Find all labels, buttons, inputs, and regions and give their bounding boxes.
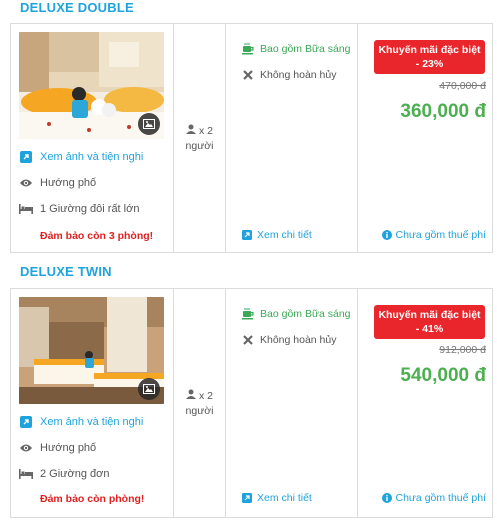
guests-count: x 2	[198, 390, 213, 402]
room-bed-label: 1 Giường đôi rất lớn	[40, 203, 140, 215]
refund-policy: Không hoàn hủy	[242, 334, 336, 346]
refund-label: Không hoàn hủy	[260, 334, 337, 346]
external-link-icon	[242, 230, 252, 240]
promo-badge: Khuyến mãi đặc biệt - 23%	[374, 40, 485, 74]
eye-icon	[19, 176, 33, 190]
eye-icon	[19, 441, 33, 455]
bed-icon	[19, 467, 33, 481]
promo-badge: Khuyến mãi đặc biệt - 41%	[374, 305, 485, 339]
tax-note: Chưa gồm thuế phí	[382, 492, 486, 504]
external-link-icon	[19, 415, 33, 429]
policy-column: Bao gồm Bữa sáng Không hoàn hủy Xem chi …	[225, 289, 357, 517]
old-price: 912,000 đ	[439, 344, 486, 356]
room-bed: 1 Giường đôi rất lớn	[19, 202, 139, 216]
user-icon	[186, 124, 197, 137]
breakfast-included: Bao gồm Bữa sáng	[242, 308, 351, 320]
bed-icon	[19, 202, 33, 216]
gallery-link[interactable]: Xem ảnh và tiện nghi	[19, 150, 143, 164]
gallery-link-label: Xem ảnh và tiện nghi	[40, 151, 144, 163]
room-bed: 2 Giường đơn	[19, 467, 110, 481]
policy-column: Bao gồm Bữa sáng Không hoàn hủy Xem chi …	[225, 24, 357, 252]
coffee-cup-icon	[242, 308, 254, 320]
price-column: Khuyến mãi đặc biệt - 23% 470,000 đ 360,…	[357, 24, 492, 252]
guests-info: x 2 người	[174, 124, 225, 154]
breakfast-label: Bao gồm Bữa sáng	[260, 43, 351, 55]
room-photo[interactable]	[19, 297, 164, 404]
room-info-column: Xem ảnh và tiện nghi Hướng phố 2 Giường …	[11, 289, 173, 517]
breakfast-included: Bao gồm Bữa sáng	[242, 43, 351, 55]
room-title: DELUXE TWIN	[20, 264, 112, 279]
guests-count: x 2	[198, 125, 213, 137]
room-bed-label: 2 Giường đơn	[40, 468, 110, 480]
availability-warning: Đảm bảo còn phòng!	[40, 493, 145, 505]
x-mark-icon	[242, 69, 254, 81]
image-icon	[143, 119, 155, 129]
user-icon	[186, 389, 197, 402]
photo-gallery-button[interactable]	[138, 378, 160, 400]
room-view: Hướng phố	[19, 176, 96, 190]
gallery-link[interactable]: Xem ảnh và tiện nghi	[19, 415, 143, 429]
details-link[interactable]: Xem chi tiết	[242, 492, 312, 504]
details-link-label: Xem chi tiết	[257, 492, 312, 504]
guests-unit: người	[185, 405, 214, 417]
refund-policy: Không hoàn hủy	[242, 69, 336, 81]
photo-gallery-button[interactable]	[138, 113, 160, 135]
tax-note-label: Chưa gồm thuế phí	[395, 492, 486, 504]
room-card: Xem ảnh và tiện nghi Hướng phố 1 Giường …	[10, 23, 493, 253]
breakfast-label: Bao gồm Bữa sáng	[260, 308, 351, 320]
gallery-link-label: Xem ảnh và tiện nghi	[40, 416, 144, 428]
price-column: Khuyến mãi đặc biệt - 41% 912,000 đ 540,…	[357, 289, 492, 517]
details-link[interactable]: Xem chi tiết	[242, 229, 312, 241]
info-circle-icon	[382, 493, 393, 503]
guests-unit: người	[185, 140, 214, 152]
x-mark-icon	[242, 334, 254, 346]
external-link-icon	[19, 150, 33, 164]
guests-column: x 2 người	[173, 289, 225, 517]
current-price: 360,000 đ	[400, 101, 486, 122]
guests-info: x 2 người	[174, 389, 225, 419]
room-card: Xem ảnh và tiện nghi Hướng phố 2 Giường …	[10, 288, 493, 518]
old-price: 470,000 đ	[439, 80, 486, 92]
tax-note: Chưa gồm thuế phí	[382, 229, 486, 241]
room-photo[interactable]	[19, 32, 164, 139]
details-link-label: Xem chi tiết	[257, 229, 312, 241]
tax-note-label: Chưa gồm thuế phí	[395, 229, 486, 241]
guests-column: x 2 người	[173, 24, 225, 252]
refund-label: Không hoàn hủy	[260, 69, 337, 81]
image-icon	[143, 384, 155, 394]
room-view-label: Hướng phố	[40, 177, 97, 189]
room-view: Hướng phố	[19, 441, 96, 455]
room-info-column: Xem ảnh và tiện nghi Hướng phố 1 Giường …	[11, 24, 173, 252]
availability-warning: Đảm bảo còn 3 phòng!	[40, 230, 154, 242]
coffee-cup-icon	[242, 43, 254, 55]
room-title: DELUXE DOUBLE	[20, 0, 134, 15]
info-circle-icon	[382, 230, 393, 240]
current-price: 540,000 đ	[400, 365, 486, 386]
external-link-icon	[242, 493, 252, 503]
room-view-label: Hướng phố	[40, 442, 97, 454]
